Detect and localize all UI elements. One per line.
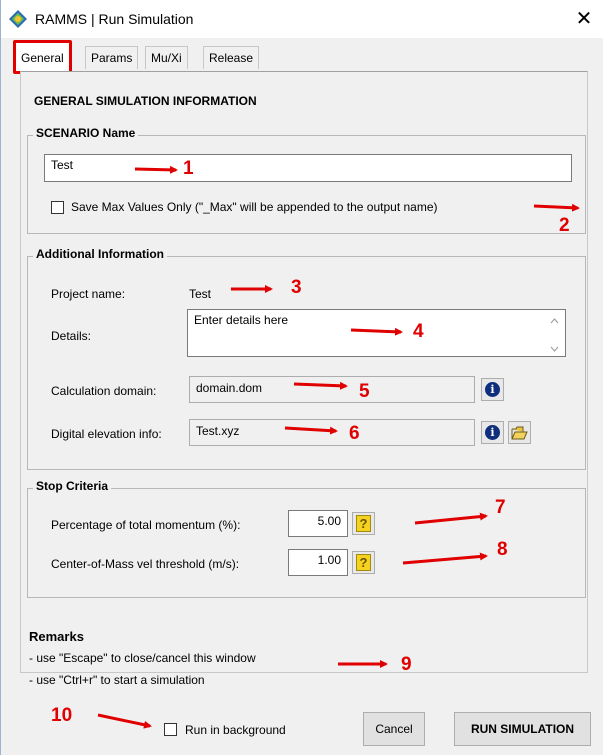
annotation-number-3: 3 <box>291 277 302 298</box>
annotation-arrow-10 <box>97 713 152 729</box>
annotation-number-8: 8 <box>497 539 508 560</box>
annotation-number-10: 10 <box>51 705 73 726</box>
run-simulation-dialog: RAMMS | Run Simulation ✕ General Params … <box>0 0 603 755</box>
annotation-number-4: 4 <box>413 321 424 342</box>
annotation-number-2: 2 <box>559 215 570 236</box>
annotation-number-9: 9 <box>401 654 412 675</box>
annotation-arrow-7 <box>414 512 488 525</box>
annotation-arrow-2 <box>533 203 580 212</box>
annotation-number-1: 1 <box>183 158 194 179</box>
annotation-arrow-1 <box>134 165 178 174</box>
annotation-number-7: 7 <box>495 497 506 518</box>
annotation-number-5: 5 <box>359 381 370 402</box>
annotation-number-6: 6 <box>349 423 360 444</box>
annotation-arrow-6 <box>284 426 338 435</box>
annotation-arrow-8 <box>402 552 488 565</box>
annotation-arrow-4 <box>350 327 403 336</box>
annotation-arrows <box>97 165 580 729</box>
annotation-arrow-5 <box>293 381 348 390</box>
